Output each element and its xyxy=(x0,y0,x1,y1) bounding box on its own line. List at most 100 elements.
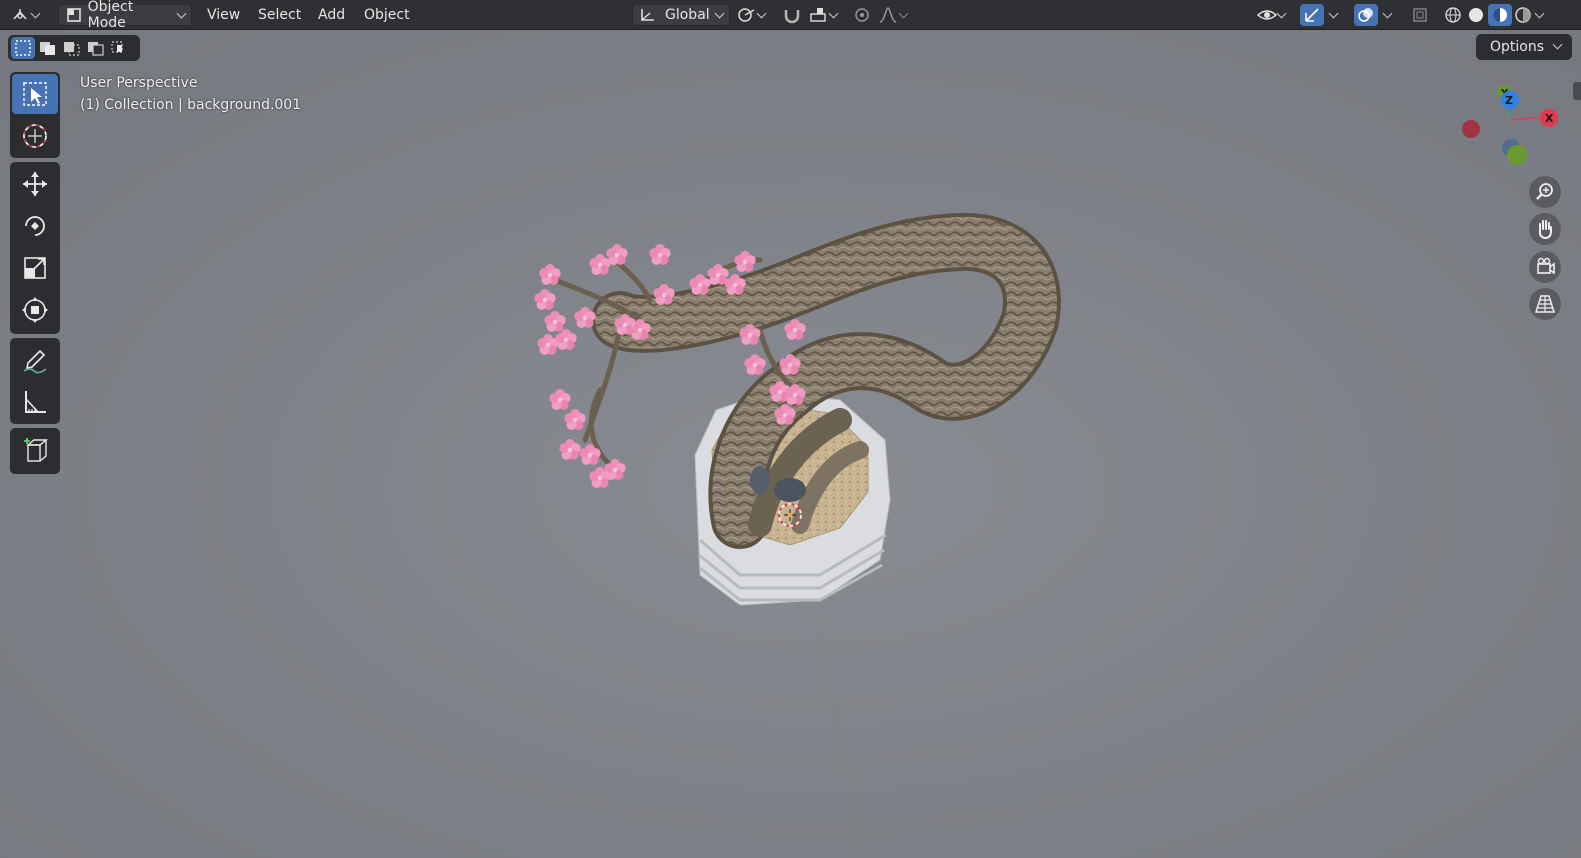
viewport-header: Object Mode View Select Add Object Globa… xyxy=(0,0,1581,31)
perspective-label: User Perspective xyxy=(80,75,198,91)
chevron-down-icon xyxy=(1328,8,1339,19)
overlays-icon xyxy=(1358,8,1373,22)
xray-icon xyxy=(1413,8,1427,22)
negative-x-axis-handle[interactable] xyxy=(1462,120,1480,138)
3d-viewport[interactable] xyxy=(0,30,1581,858)
collection-label: (1) Collection | background.001 xyxy=(80,97,302,113)
perspective-grid-icon xyxy=(1534,295,1556,313)
pivot-point-button[interactable] xyxy=(736,4,776,26)
menu-select[interactable]: Select xyxy=(258,4,301,26)
tool-add-cube[interactable] xyxy=(12,430,58,470)
tool-scale[interactable] xyxy=(12,248,58,288)
camera-icon xyxy=(1537,257,1555,275)
falloff-curve-icon xyxy=(879,7,897,23)
editor-type-icon xyxy=(13,9,27,20)
x-axis-label: X xyxy=(1545,112,1554,125)
selection-mode-bar xyxy=(8,35,140,61)
material-preview-shading-button[interactable] xyxy=(1488,4,1512,26)
select-subtract-icon[interactable] xyxy=(62,40,80,56)
select-intersect-icon[interactable] xyxy=(110,40,128,56)
z-axis-label: Z xyxy=(1505,94,1513,107)
snap-target-button[interactable] xyxy=(808,4,846,26)
options-label: Options xyxy=(1490,39,1545,55)
tree-trunk xyxy=(591,212,1061,549)
chevron-down-icon xyxy=(714,8,725,19)
rotate-icon xyxy=(25,216,45,236)
toolbar-group-add xyxy=(10,428,60,474)
zoom-button[interactable] xyxy=(1529,176,1561,208)
select-box-icon xyxy=(23,82,47,106)
toolbar-group-transform xyxy=(10,162,60,334)
toolbar-group-select xyxy=(10,72,60,158)
chevron-down-icon xyxy=(1382,8,1393,19)
menu-object[interactable]: Object xyxy=(364,4,410,26)
material-preview-icon xyxy=(1493,8,1507,22)
toolbar-group-annotate xyxy=(10,338,60,424)
gizmo-toggle[interactable] xyxy=(1300,4,1348,26)
xray-toggle[interactable] xyxy=(1410,4,1436,26)
mode-dropdown[interactable]: Object Mode xyxy=(58,0,192,31)
sidebar-toggle[interactable] xyxy=(1573,82,1581,100)
negative-y-axis-handle[interactable] xyxy=(1507,145,1527,165)
transform-icon xyxy=(22,297,48,323)
transform-orientation-dropdown[interactable]: Global xyxy=(632,4,730,26)
scale-icon xyxy=(24,257,46,279)
zoom-magnifier-icon xyxy=(1536,183,1553,200)
menu-add[interactable]: Add xyxy=(318,4,345,26)
pivot-icon xyxy=(738,8,755,22)
chevron-down-icon[interactable] xyxy=(1534,8,1545,19)
eye-icon xyxy=(1256,10,1278,20)
viewport-scene xyxy=(534,212,1061,858)
snap-increment-icon xyxy=(810,8,826,22)
tool-rotate[interactable] xyxy=(12,206,58,246)
select-new-icon xyxy=(15,40,31,56)
overlay-active-bg xyxy=(1354,4,1378,26)
measure-ruler-icon xyxy=(25,391,46,413)
hand-icon xyxy=(1538,220,1552,240)
cursor-icon xyxy=(23,124,47,148)
annotate-pencil-icon xyxy=(23,349,47,374)
select-extend-icon[interactable] xyxy=(38,40,56,56)
falloff-button[interactable] xyxy=(878,4,914,26)
overlays-toggle[interactable] xyxy=(1354,4,1404,26)
tool-move[interactable] xyxy=(12,164,58,204)
object-visibility-button[interactable] xyxy=(1256,4,1296,26)
gizmo-active-bg xyxy=(1300,4,1324,26)
editor-type-button[interactable] xyxy=(10,4,50,26)
shading-mode-group xyxy=(1442,4,1550,26)
chevron-down-icon xyxy=(30,8,41,19)
select-difference-icon[interactable] xyxy=(86,40,104,56)
object-mode-icon xyxy=(67,8,81,22)
camera-view-button[interactable] xyxy=(1529,251,1561,283)
chevron-down-icon xyxy=(898,8,909,19)
options-dropdown[interactable]: Options xyxy=(1476,34,1572,60)
solid-shading-icon[interactable] xyxy=(1464,5,1488,25)
rendered-shading-icon[interactable] xyxy=(1512,5,1534,25)
wireframe-shading-icon[interactable] xyxy=(1442,5,1464,25)
chevron-down-icon xyxy=(176,8,187,19)
chevron-down-icon xyxy=(1553,39,1563,50)
snap-toggle[interactable] xyxy=(782,4,806,26)
tool-annotate[interactable] xyxy=(12,340,58,380)
menu-view[interactable]: View xyxy=(207,4,240,26)
tool-select-box[interactable] xyxy=(12,74,58,114)
add-cube-icon xyxy=(24,438,48,462)
orientation-label: Global xyxy=(665,7,710,23)
select-new-button[interactable] xyxy=(11,37,35,59)
chevron-down-icon xyxy=(828,8,839,19)
viewport-info: User Perspective (1) Collection | backgr… xyxy=(80,72,301,116)
tool-cursor[interactable] xyxy=(12,116,58,156)
perspective-toggle-button[interactable] xyxy=(1529,288,1561,320)
proportional-editing-toggle[interactable] xyxy=(852,4,876,26)
mode-label: Object Mode xyxy=(87,0,134,31)
gizmo-icon xyxy=(1305,8,1319,22)
move-icon xyxy=(23,172,47,196)
chevron-down-icon xyxy=(1276,8,1287,19)
proportional-edit-icon xyxy=(855,8,869,22)
tool-measure[interactable] xyxy=(12,382,58,422)
navigation-gizmo[interactable]: Y Z X xyxy=(1455,80,1575,170)
pan-button[interactable] xyxy=(1529,213,1561,245)
magnet-icon xyxy=(784,10,800,24)
tool-transform[interactable] xyxy=(12,290,58,330)
chevron-down-icon xyxy=(756,8,767,19)
